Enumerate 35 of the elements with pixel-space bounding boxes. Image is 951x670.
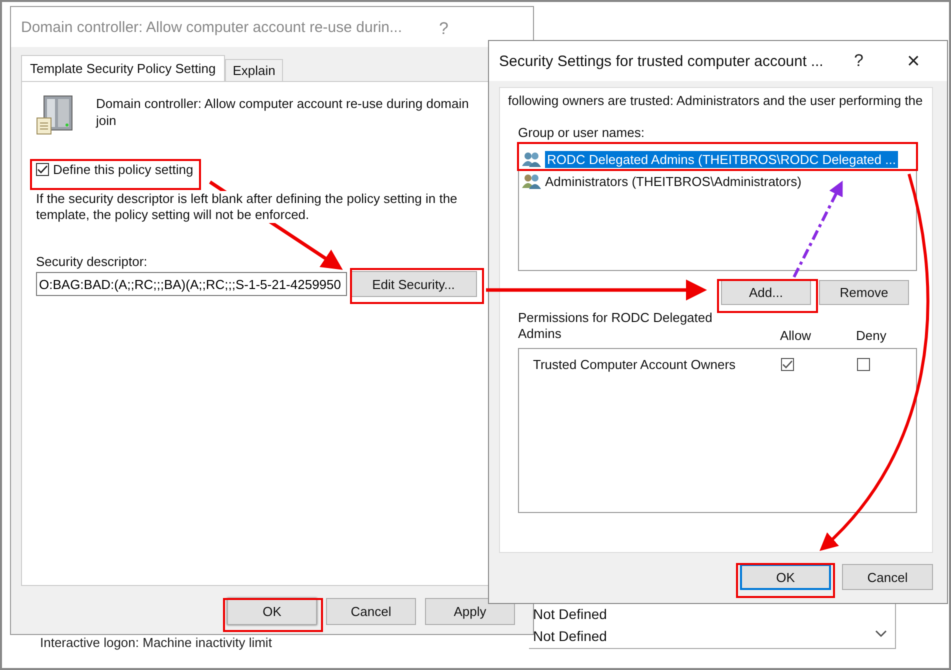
- policy-name-text: Interactive logon: Machine inactivity limit: [40, 635, 272, 650]
- allow-checkbox[interactable]: [781, 358, 794, 370]
- tab[interactable]: Explain: [224, 59, 284, 81]
- window-title: Domain controller: Allow computer account re-use durin...: [21, 18, 402, 36]
- security-descriptor-field[interactable]: O:BAG:BAD:(A;;RC;;;BA)(A;;RC;;;S-1-5-21-4259950: [36, 272, 347, 296]
- dialog-button[interactable]: Apply: [425, 598, 515, 625]
- help-button[interactable]: ?: [439, 19, 448, 39]
- scroll-down-icon[interactable]: [875, 630, 887, 638]
- user-list-item[interactable]: Administrators (THEITBROS\Administrators): [522, 170, 913, 192]
- checkbox[interactable]: [36, 163, 49, 176]
- window-title: Security Settings for trusted computer account ...: [499, 52, 824, 70]
- user-group-icon: [522, 173, 542, 189]
- tab[interactable]: Template Security Policy Setting: [21, 55, 225, 81]
- policy-setting-value: Not Defined: [533, 606, 607, 622]
- help-button[interactable]: ?: [854, 51, 864, 71]
- edit-security-button[interactable]: Edit Security...: [350, 271, 477, 297]
- dialog-button[interactable]: OK: [227, 598, 317, 625]
- permission-name: Trusted Computer Account Owners: [533, 356, 736, 372]
- column-header: Deny: [856, 328, 886, 343]
- add-button[interactable]: Add...: [721, 280, 811, 305]
- dialog-button[interactable]: OK: [740, 564, 831, 590]
- dialog-button[interactable]: Cancel: [842, 564, 933, 590]
- policy-setting-value: Not Defined: [533, 628, 607, 644]
- group-label: Group or user names:: [518, 125, 646, 140]
- column-header: Allow: [780, 328, 812, 343]
- user-group-icon: [522, 151, 542, 167]
- policy-title-text: Domain controller: Allow computer account re-use during domain join: [96, 95, 470, 129]
- dialog-button[interactable]: Cancel: [326, 598, 416, 625]
- checkbox-label: Define this policy setting: [53, 162, 194, 177]
- field-label: Security descriptor:: [36, 254, 148, 269]
- deny-checkbox[interactable]: [857, 358, 870, 370]
- close-button[interactable]: ×: [907, 48, 920, 74]
- description-text: following owners are trusted: Administrators and the user performing the: [508, 93, 924, 110]
- permissions-label: Permissions for RODC Delegated Admins: [518, 310, 714, 342]
- remove-button[interactable]: Remove: [819, 280, 909, 305]
